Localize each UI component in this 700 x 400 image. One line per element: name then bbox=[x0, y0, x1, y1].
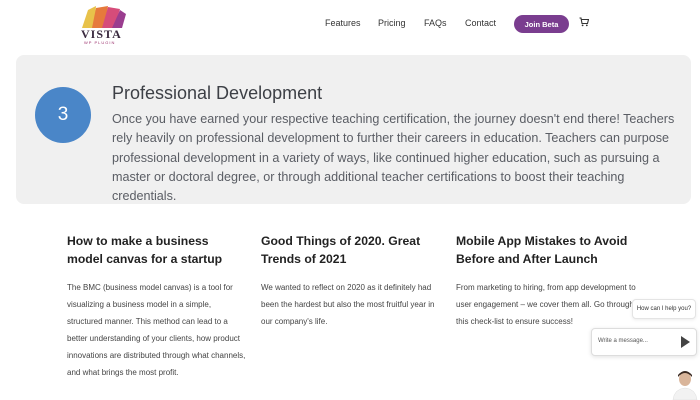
send-icon[interactable] bbox=[679, 335, 691, 349]
article-card: Good Things of 2020. Great Trends of 202… bbox=[261, 232, 441, 330]
nav-features[interactable]: Features bbox=[325, 18, 361, 28]
article-title[interactable]: How to make a business model canvas for … bbox=[67, 232, 247, 268]
join-beta-button[interactable]: Join Beta bbox=[514, 15, 569, 33]
article-card: Mobile App Mistakes to Avoid Before and … bbox=[456, 232, 636, 330]
article-excerpt: We wanted to reflect on 2020 as it defin… bbox=[261, 283, 435, 326]
chat-message-box[interactable]: Write a message... bbox=[591, 328, 697, 356]
vista-logo[interactable]: VISTA WP PLUGIN bbox=[80, 6, 128, 45]
nav-faqs[interactable]: FAQs bbox=[424, 18, 447, 28]
logo-mark-icon bbox=[82, 6, 126, 28]
feature-description: Once you have earned your respective tea… bbox=[112, 112, 675, 204]
article-title[interactable]: Mobile App Mistakes to Avoid Before and … bbox=[456, 232, 636, 268]
nav-pricing[interactable]: Pricing bbox=[378, 18, 406, 28]
chat-greeting-bubble: How can I help you? bbox=[632, 299, 696, 319]
article-card: How to make a business model canvas for … bbox=[67, 232, 247, 381]
nav-contact[interactable]: Contact bbox=[465, 18, 496, 28]
site-header: VISTA WP PLUGIN Features Pricing FAQs Co… bbox=[0, 0, 700, 48]
article-title[interactable]: Good Things of 2020. Great Trends of 202… bbox=[261, 232, 441, 268]
step-number-badge: 3 bbox=[35, 87, 91, 143]
chat-message-input[interactable]: Write a message... bbox=[598, 338, 648, 344]
cart-icon[interactable] bbox=[579, 17, 589, 27]
article-excerpt: From marketing to hiring, from app devel… bbox=[456, 283, 636, 326]
logo-tagline: WP PLUGIN bbox=[84, 40, 116, 45]
chat-agent-avatar[interactable] bbox=[670, 367, 700, 400]
article-excerpt: The BMC (business model canvas) is a too… bbox=[67, 283, 246, 377]
feature-title: Professional Development bbox=[112, 83, 323, 103]
